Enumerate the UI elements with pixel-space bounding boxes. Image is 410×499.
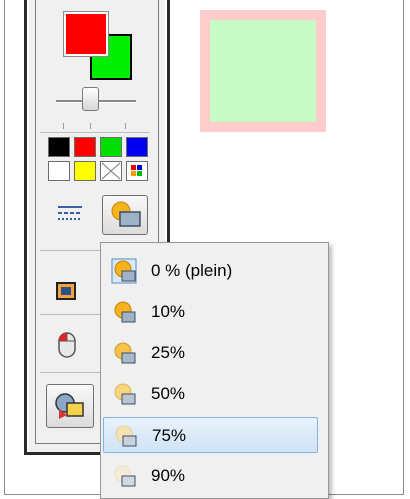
palette-black[interactable]: [48, 137, 70, 157]
transparency-25-icon: [114, 342, 136, 364]
menu-item-opacity-75[interactable]: 75%: [103, 417, 318, 453]
transparency-50-icon: [114, 383, 136, 405]
menu-item-opacity-25[interactable]: 25%: [103, 335, 318, 371]
divider: [40, 132, 150, 133]
frame-icon: [56, 282, 76, 300]
transparency-menu: 0 % (plein) 10% 25% 50% 75% 90%: [100, 242, 329, 499]
menu-item-label: 90%: [151, 466, 186, 485]
line-style-button[interactable]: [52, 198, 88, 230]
transparency-button[interactable]: [102, 195, 148, 235]
menu-item-label: 10%: [151, 302, 186, 321]
layers-icon: [55, 393, 84, 419]
menu-item-opacity-10[interactable]: 10%: [103, 294, 318, 330]
transparency-75-icon: [115, 425, 137, 447]
palette-green[interactable]: [100, 137, 122, 157]
layers-button[interactable]: [46, 384, 94, 428]
transparency-icon: [111, 201, 141, 227]
foreground-color-swatch[interactable]: [63, 11, 109, 57]
menu-item-opacity-90[interactable]: 90%: [103, 458, 318, 494]
palette-blue[interactable]: [126, 137, 148, 157]
size-slider-thumb[interactable]: [82, 87, 99, 111]
color-grid-icon: [131, 165, 142, 176]
slider-tick: [125, 123, 126, 129]
transparency-90-icon: [114, 465, 136, 487]
menu-item-label: 50%: [151, 384, 186, 403]
palette-yellow[interactable]: [74, 161, 96, 181]
menu-item-label: 25%: [151, 343, 186, 362]
palette-red[interactable]: [74, 137, 96, 157]
menu-item-label: 75%: [152, 426, 187, 445]
mouse-button[interactable]: [52, 328, 82, 362]
frame-button[interactable]: [52, 278, 82, 306]
canvas-shape-preview[interactable]: [200, 10, 326, 132]
dashed-lines-icon: [58, 206, 82, 220]
palette-white[interactable]: [48, 161, 70, 181]
mouse-icon: [58, 332, 76, 358]
canvas-shape-fill: [210, 20, 316, 122]
slider-tick: [63, 123, 64, 129]
menu-item-opacity-50[interactable]: 50%: [103, 376, 318, 412]
palette-more-colors[interactable]: [126, 161, 148, 181]
transparency-10-icon: [114, 301, 136, 323]
palette-transparent[interactable]: [100, 161, 122, 181]
transparency-0-icon: [111, 258, 137, 284]
no-color-icon: [101, 162, 121, 180]
menu-item-opacity-0[interactable]: 0 % (plein): [103, 253, 318, 289]
menu-item-label: 0 % (plein): [151, 261, 233, 280]
slider-tick: [90, 123, 91, 129]
